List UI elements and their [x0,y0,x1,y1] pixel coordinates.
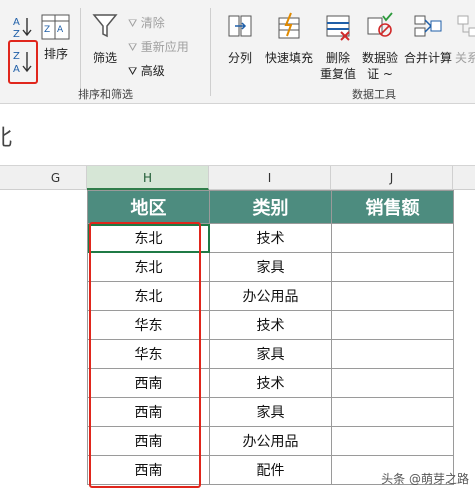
flash-fill-icon [278,12,300,39]
column-header-row: G H I J [0,166,475,190]
filter-funnel-icon [92,14,118,38]
svg-text:Z: Z [13,29,20,40]
formula-bar[interactable]: 北 [0,104,475,166]
formula-bar-text: 北 [0,126,13,151]
header-cell-category[interactable]: 类别 [209,190,332,224]
cell-category[interactable]: 技术 [209,223,332,253]
advanced-label: 高级 [140,64,165,78]
remove-dup-label-2: 重复值 [319,67,356,81]
cell-category[interactable]: 家具 [209,252,332,282]
advanced-button[interactable]: ⛛ 高级 [128,62,165,79]
cell-sales[interactable] [331,252,454,282]
sort-ascending-button[interactable]: A Z [10,14,34,40]
remove-duplicates-icon [326,15,350,41]
cell-category[interactable]: 家具 [209,339,332,369]
cell-sales[interactable] [331,339,454,369]
split-label: 分列 [227,51,252,65]
cell-sales[interactable] [331,223,454,253]
consolidate-icon [414,15,442,37]
cell-sales[interactable] [331,426,454,456]
text-to-columns-icon [228,15,252,37]
column-header-j[interactable]: J [331,166,453,190]
column-header-i[interactable]: I [209,166,331,190]
cell-sales[interactable] [331,397,454,427]
cell-category[interactable]: 办公用品 [209,426,332,456]
separator [210,8,211,96]
cell-category[interactable]: 家具 [209,397,332,427]
sort-label: 排序 [43,47,68,61]
clear-button[interactable]: ⛛ 清除 [128,14,165,31]
separator [80,8,81,96]
relations-label: 关系 [455,51,475,64]
flash-fill-label: 快速填充 [264,51,313,65]
cell-sales[interactable] [331,310,454,340]
cell-category[interactable]: 技术 [209,368,332,398]
group-label-data-tools: 数据工具 [352,88,396,101]
sort-ascending-icon: A Z [13,17,32,40]
header-cell-region[interactable]: 地区 [87,190,210,224]
reapply-button[interactable]: ⛛ 重新应用 [128,38,189,55]
validation-label-1: 数据验 [361,51,398,65]
relationships-button[interactable]: 关系 [455,12,475,64]
data-validation-icon [367,12,393,37]
remove-duplicates-button[interactable]: 删除 重复值 [318,12,358,81]
sort-dialog-icon: Z A [41,14,70,40]
column-header-h[interactable]: H [87,166,209,190]
cell-category[interactable]: 办公用品 [209,281,332,311]
clear-filter-icon: ⛛ [128,17,138,30]
ribbon: A Z Z A Z A 排序 筛选 ⛛ 清除 ⛛ 重新应用 ⛛ 高级 排序和筛选… [0,0,475,104]
reapply-label: 重新应用 [140,40,189,54]
split-columns-button[interactable]: 分列 [222,12,258,65]
group-label-sort-filter: 排序和筛选 [78,88,133,101]
validation-label-2: 证 ~ [367,67,393,81]
consolidate-button[interactable]: 合并计算 [402,12,454,65]
svg-text:Z: Z [44,25,50,35]
filter-label: 筛选 [92,51,117,65]
sort-descending-highlight [8,40,38,84]
svg-text:A: A [13,17,20,28]
sort-button[interactable]: Z A 排序 [40,12,72,62]
reapply-icon: ⛛ [128,41,138,54]
header-cell-sales[interactable]: 销售额 [331,190,454,224]
clear-label: 清除 [140,16,165,30]
remove-dup-label-1: 删除 [325,51,350,65]
filter-button[interactable]: 筛选 [88,12,122,65]
relationships-icon [457,15,475,37]
column-header-g[interactable]: G [25,166,87,190]
cell-sales[interactable] [331,281,454,311]
cell-category[interactable]: 技术 [209,310,332,340]
data-validation-button[interactable]: 数据验 证 ~ [360,12,400,81]
region-column-highlight [89,222,201,488]
table-header-row: 地区 类别 销售额 [87,190,454,224]
cell-category[interactable]: 配件 [209,455,332,485]
watermark: 头条 @萌芽之路 [381,472,469,486]
svg-text:A: A [57,25,64,35]
consolidate-label: 合并计算 [403,51,452,65]
worksheet-grid[interactable]: 地区 类别 销售额 东北 技术 东北 家具 东北 办公用品 华东 技术 华东 家… [0,190,475,495]
cell-sales[interactable] [331,368,454,398]
advanced-filter-icon: ⛛ [128,65,138,78]
flash-fill-button[interactable]: 快速填充 [262,12,316,65]
